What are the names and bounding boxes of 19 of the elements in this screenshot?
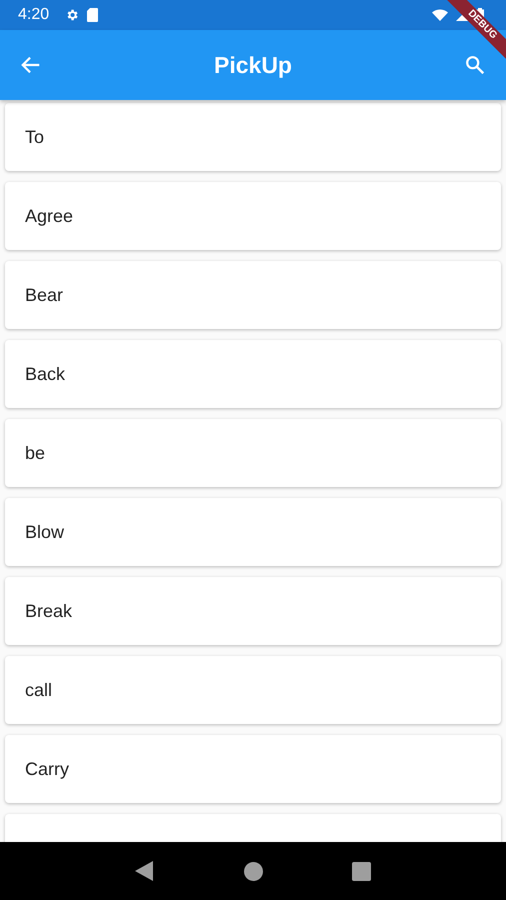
- list-item[interactable]: Agree: [5, 182, 501, 250]
- list-item[interactable]: be: [5, 419, 501, 487]
- list-item[interactable]: Blow: [5, 498, 501, 566]
- list-item[interactable]: Break: [5, 577, 501, 645]
- status-time: 4:20: [18, 6, 50, 24]
- list-item[interactable]: Carry: [5, 735, 501, 803]
- home-nav-icon[interactable]: [244, 862, 263, 880]
- search-icon: [464, 54, 486, 76]
- list-item[interactable]: To: [5, 103, 501, 171]
- back-arrow-icon: [20, 54, 42, 76]
- list-item[interactable]: call: [5, 656, 501, 724]
- app-title: PickUp: [214, 52, 292, 78]
- back-nav-icon[interactable]: [134, 861, 155, 881]
- list-item[interactable]: Bear: [5, 261, 501, 329]
- sd-card-icon: [87, 8, 98, 22]
- list-item[interactable]: Back: [5, 340, 501, 408]
- gear-icon: [65, 8, 80, 22]
- wifi-icon: [432, 9, 448, 21]
- recents-nav-icon[interactable]: [352, 862, 372, 880]
